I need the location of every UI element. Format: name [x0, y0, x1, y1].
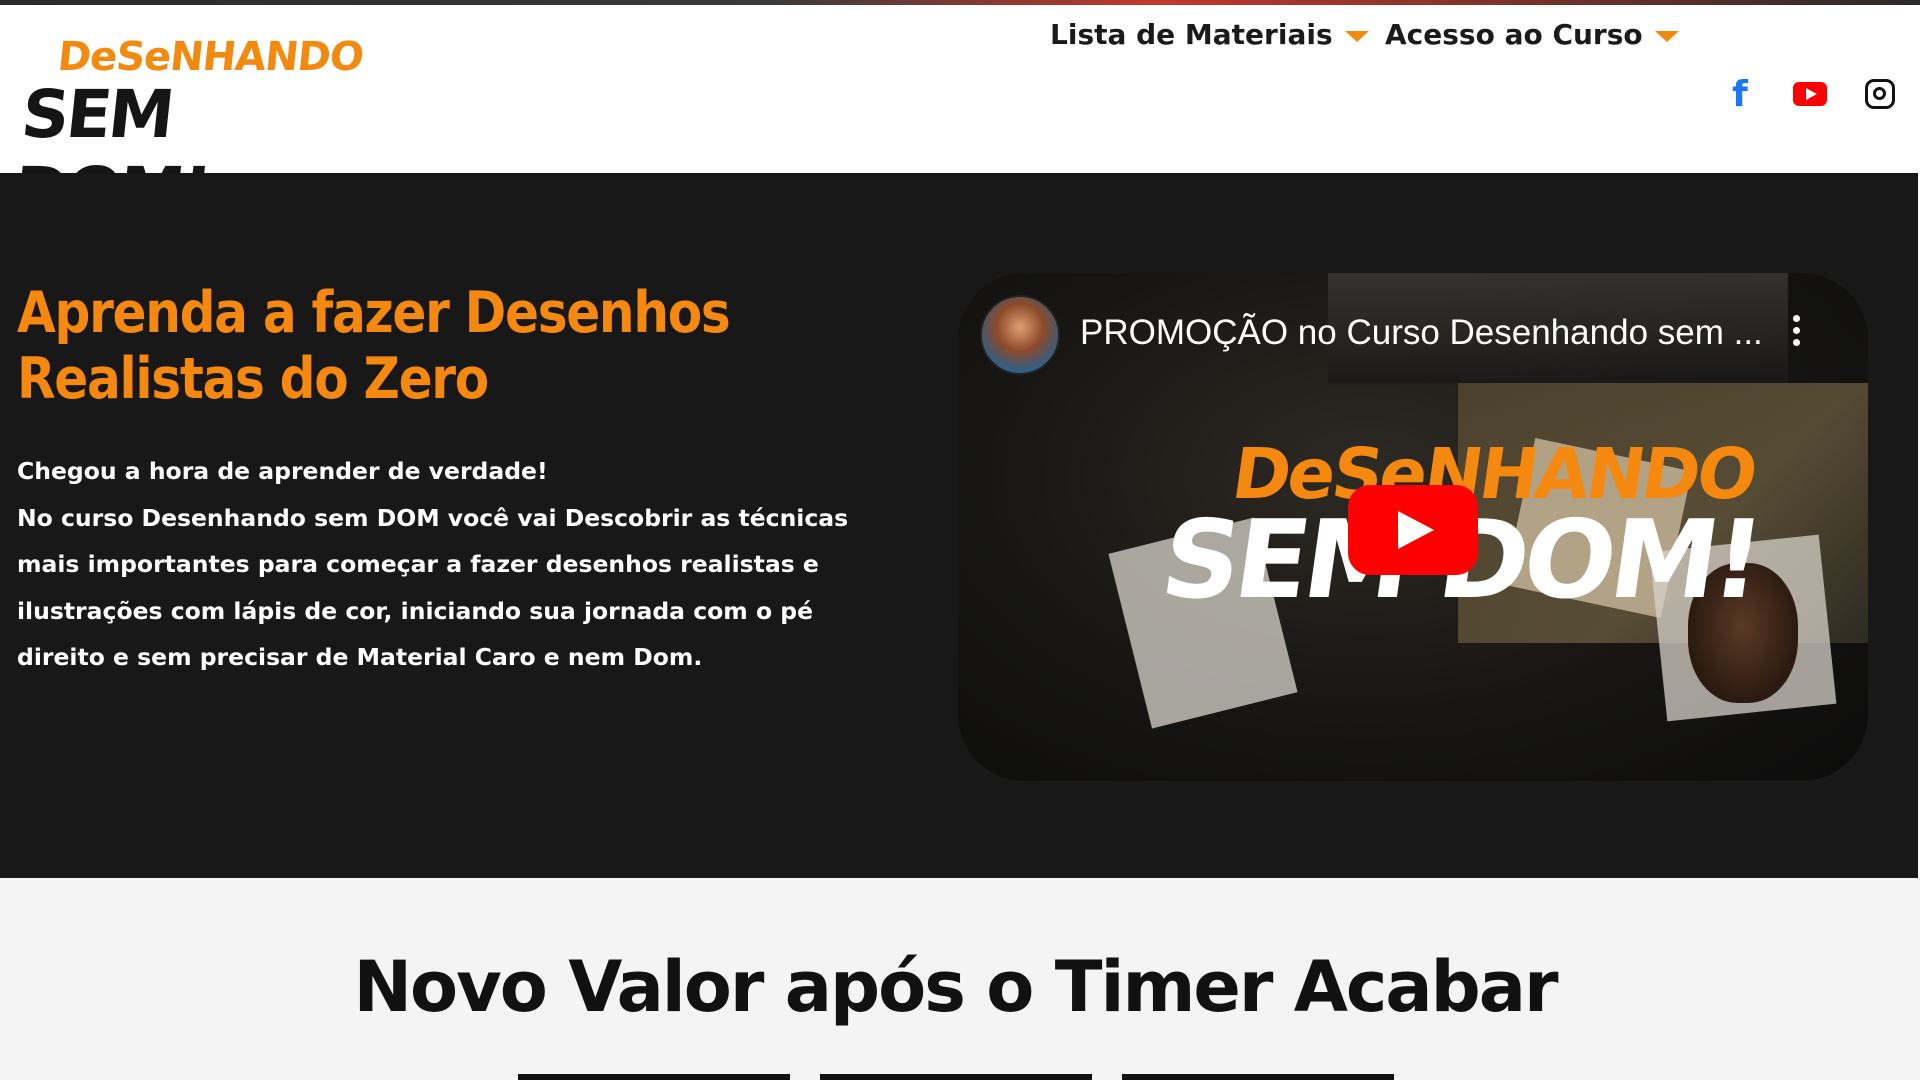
instagram-logo-shape	[1865, 79, 1895, 109]
play-button[interactable]	[1348, 485, 1478, 575]
timer-box	[518, 1074, 790, 1080]
caret-down-icon	[1654, 31, 1679, 42]
hero-title-line-2: Realistas do Zero	[17, 346, 489, 412]
site-header: DeSeNHANDO SEM DOM! Lista de Materiais A…	[0, 10, 1920, 230]
hero-section: Aprenda a fazer Desenhos Realistas do Ze…	[0, 173, 1918, 878]
timer-section: Novo Valor após o Timer Acabar	[0, 878, 1920, 1080]
timer-box	[820, 1074, 1092, 1080]
channel-avatar[interactable]	[980, 295, 1060, 375]
hero-title-line-1: Aprenda a fazer Desenhos	[17, 280, 731, 346]
facebook-icon[interactable]: f	[1722, 74, 1758, 115]
video-title[interactable]: PROMOÇÃO no Curso Desenhando sem ...	[1080, 313, 1763, 353]
youtube-icon[interactable]	[1792, 76, 1828, 112]
nav-label: Acesso ao Curso	[1385, 18, 1643, 51]
hero-description: Chegou a hora de aprender de verdade! No…	[17, 448, 877, 681]
site-logo[interactable]: DeSeNHANDO SEM DOM!	[10, 28, 365, 230]
hero-lead: Chegou a hora de aprender de verdade!	[17, 457, 548, 485]
top-accent-bar	[0, 0, 1920, 10]
timer-section-title: Novo Valor após o Timer Acabar	[353, 946, 1558, 1028]
nav-label: Lista de Materiais	[1050, 18, 1333, 51]
timer-box	[1122, 1074, 1394, 1080]
hero-body: No curso Desenhando sem DOM você vai Des…	[17, 503, 849, 672]
instagram-icon[interactable]	[1862, 76, 1898, 112]
nav-acesso-ao-curso[interactable]: Acesso ao Curso	[1385, 18, 1679, 51]
hero-title: Aprenda a fazer Desenhos Realistas do Ze…	[17, 280, 756, 412]
more-options-icon[interactable]	[1790, 315, 1802, 351]
youtube-logo-shape	[1793, 82, 1827, 106]
youtube-video-embed[interactable]: DeSeNHANDO SEM DOM! PROMOÇÃO no Curso De…	[958, 273, 1868, 781]
top-stripe	[0, 0, 1920, 5]
logo-line-1: DeSeNHANDO	[55, 34, 366, 80]
caret-down-icon	[1344, 31, 1369, 42]
nav-lista-de-materiais[interactable]: Lista de Materiais	[1050, 18, 1369, 51]
